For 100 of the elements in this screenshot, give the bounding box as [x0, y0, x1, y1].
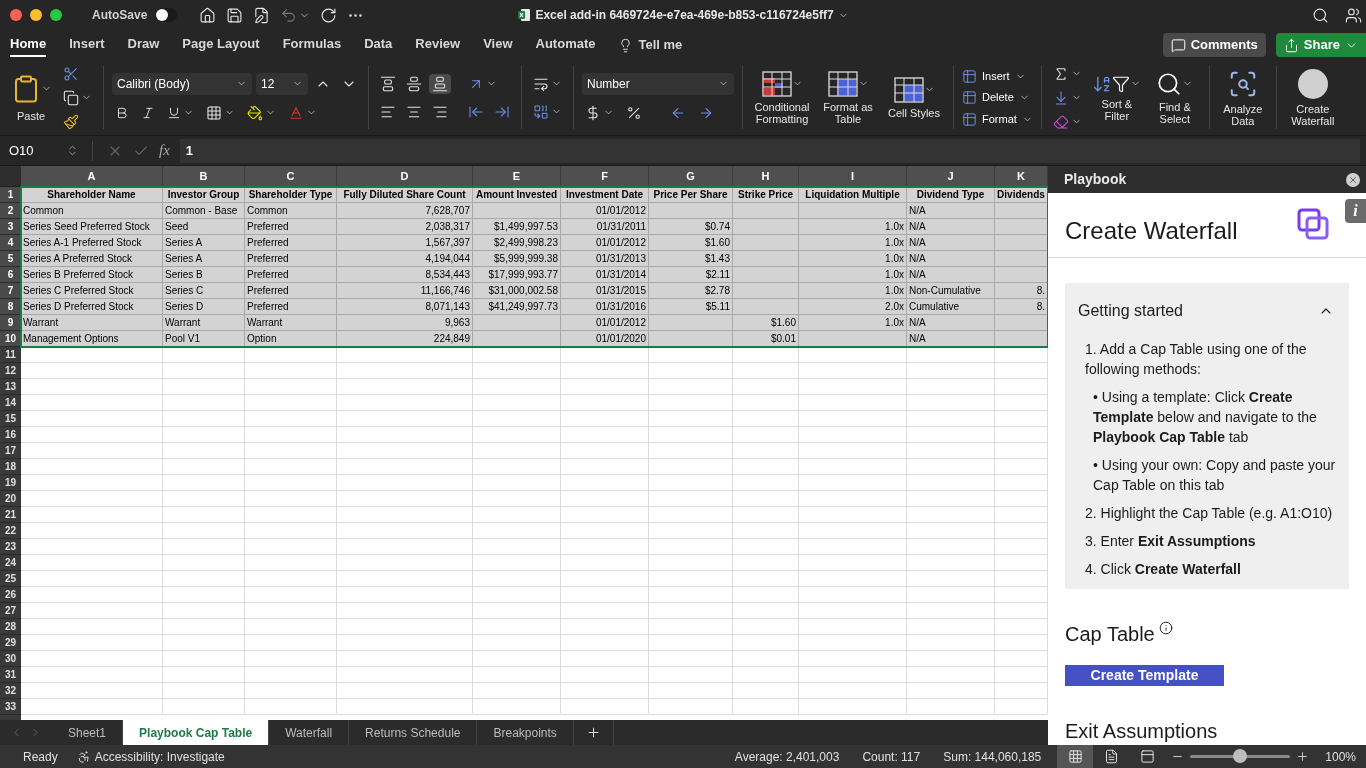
ribbon-tab[interactable]: Formulas [282, 33, 342, 57]
row-number[interactable]: 9 [0, 315, 21, 331]
sheet-tab[interactable]: Playbook Cap Table [123, 720, 270, 745]
close-button[interactable] [1346, 172, 1360, 187]
column-header[interactable]: J [907, 166, 995, 187]
column-header[interactable]: I [799, 166, 907, 187]
row-number[interactable]: 6 [0, 267, 21, 283]
cells-button[interactable]: Format [962, 110, 1033, 128]
ribbon-tab[interactable]: Data [364, 33, 393, 57]
row-number[interactable]: 3 [0, 219, 21, 235]
italic-icon [141, 105, 155, 120]
row-number[interactable]: 10 [0, 331, 21, 347]
share-button[interactable]: Share [1275, 33, 1366, 57]
row-number[interactable]: 5 [0, 251, 21, 267]
create-waterfall-button[interactable]: Create Waterfall [1284, 60, 1341, 135]
function-button[interactable]: fx [159, 139, 170, 162]
table-cell: 4,194,044 [337, 251, 473, 267]
comments-button[interactable]: Comments [1162, 33, 1266, 57]
table-cell: N/A [907, 267, 995, 283]
table-cell: N/A [907, 315, 995, 331]
name-box[interactable]: O10 [6, 138, 82, 163]
sort-filter-button[interactable]: Sort & Filter [1090, 73, 1143, 122]
row-number[interactable]: 4 [0, 235, 21, 251]
zoom-slider-thumb[interactable] [1233, 749, 1248, 763]
column-header[interactable]: E [473, 166, 561, 187]
people-icon[interactable] [1345, 6, 1362, 24]
table-cell: 01/01/2012 [561, 203, 649, 219]
home-icon[interactable] [199, 6, 217, 24]
column-header[interactable]: D [337, 166, 473, 187]
header-cell: Investment Date [561, 187, 649, 203]
comment-icon [1170, 37, 1186, 53]
table-cell: 1.0x [799, 315, 907, 331]
column-header[interactable]: B [163, 166, 245, 187]
bold-icon [115, 105, 129, 120]
zoom-level[interactable]: 100% [1325, 747, 1356, 766]
align-bottom-button[interactable] [429, 73, 451, 94]
tell-me-field[interactable]: Tell me [638, 35, 683, 55]
paste-button[interactable]: Paste [8, 73, 54, 122]
spreadsheet-file-icon [517, 8, 532, 22]
save-edit-icon[interactable] [253, 6, 271, 24]
number-format-dropdown[interactable]: Number [582, 72, 734, 95]
formula-field[interactable]: 1 [179, 138, 1360, 163]
zoom-window-button[interactable] [50, 9, 62, 21]
create-template-button[interactable]: Create Template [1065, 665, 1224, 686]
autosave-label: AutoSave [92, 7, 148, 24]
find-select-button[interactable]: Find & Select [1148, 70, 1201, 125]
status-stat: Count: 117 [862, 748, 921, 766]
grid-icon [1067, 749, 1083, 764]
undo-icon[interactable] [280, 6, 298, 24]
row-number[interactable]: 2 [0, 203, 21, 219]
scissors-icon [63, 65, 79, 82]
ribbon-tab[interactable]: Home [10, 33, 47, 57]
column-header[interactable]: F [561, 166, 649, 187]
table-cell: 01/31/2011 [561, 219, 649, 235]
font-dropdown[interactable]: Calibri (Body) [112, 72, 252, 95]
analyze-data-button[interactable]: Analyze Data [1217, 60, 1268, 135]
zoom-in-icon[interactable] [1296, 750, 1310, 763]
close-window-button[interactable] [10, 9, 22, 21]
ribbon-tab[interactable]: Review [415, 33, 461, 57]
table-cell: $1.60 [649, 235, 733, 251]
minimize-window-button[interactable] [30, 9, 42, 21]
styles-button[interactable]: Cell Styles [883, 76, 945, 119]
close-icon [1348, 174, 1358, 185]
info-tab[interactable]: i [1345, 199, 1366, 223]
paintbrush-icon [63, 113, 79, 130]
accessibility-button[interactable]: Accessibility: Investigate [76, 747, 225, 766]
cells-button[interactable]: Delete [962, 89, 1033, 106]
ribbon-tab[interactable]: View [483, 33, 513, 57]
header-cell: Shareholder Name [21, 187, 163, 203]
row-number[interactable]: 1 [0, 187, 21, 203]
autosave-toggle[interactable] [155, 8, 178, 22]
view-button[interactable] [1057, 745, 1094, 768]
ribbon-tab[interactable]: Draw [127, 33, 160, 57]
column-header[interactable]: A [21, 166, 163, 187]
save-icon[interactable] [226, 6, 244, 24]
table-cell: Warrant [21, 315, 163, 331]
table-cell: 01/01/2012 [561, 315, 649, 331]
ribbon-tab[interactable]: Automate [535, 33, 596, 57]
ribbon-tab[interactable]: Page Layout [182, 33, 260, 57]
search-icon[interactable] [1312, 6, 1329, 24]
table-icon [962, 111, 977, 127]
table-cell: Common - Base [163, 203, 245, 219]
redo-icon[interactable] [320, 6, 338, 24]
styles-button[interactable]: Format as Table [817, 70, 879, 125]
styles-button[interactable]: Conditional Formatting [751, 70, 813, 125]
percent-icon [626, 104, 642, 121]
row-number[interactable]: 7 [0, 283, 21, 299]
panel-title: Create Waterfall [1065, 216, 1238, 246]
page-icon [1103, 749, 1119, 764]
column-header[interactable]: G [649, 166, 733, 187]
ribbon-tab[interactable]: Insert [69, 33, 105, 57]
header-cell: Amount Invested [473, 187, 561, 203]
font-size-dropdown[interactable]: 12 [256, 72, 308, 95]
column-header[interactable]: C [245, 166, 337, 187]
getting-started-toggle[interactable]: Getting started [1078, 283, 1336, 339]
column-header[interactable]: H [733, 166, 799, 187]
section-heading: Exit Assumptions [1065, 719, 1219, 744]
row-number[interactable]: 8 [0, 299, 21, 315]
cells-button[interactable]: Insert [962, 67, 1033, 85]
table-cell: N/A [907, 331, 995, 347]
